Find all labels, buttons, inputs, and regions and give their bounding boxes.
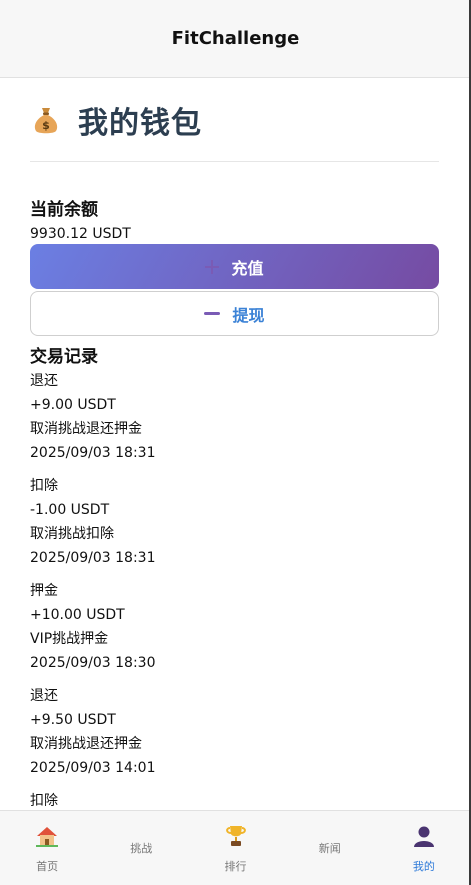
tab-ranking-label: 排行 bbox=[224, 859, 247, 873]
transaction-time: 2025/09/03 18:31 bbox=[30, 550, 156, 566]
transaction-type: 押金 bbox=[30, 583, 58, 599]
transaction-amount: +9.50 USDT bbox=[30, 712, 116, 728]
transaction-item: 押金 +10.00 USDT VIP挑战押金 2025/09/03 18:30 bbox=[30, 579, 439, 675]
deposit-button[interactable]: 充值 bbox=[30, 244, 439, 289]
transaction-time: 2025/09/03 14:01 bbox=[30, 760, 156, 776]
transaction-note: VIP挑战押金 bbox=[30, 631, 109, 647]
app-title: FitChallenge bbox=[171, 28, 300, 49]
transaction-type: 退还 bbox=[30, 373, 58, 389]
wallet-page: $ 我的钱包 当前余额 9930.12 USDT 充值 提现 交易记录 退还 +… bbox=[30, 78, 439, 822]
minus-icon bbox=[204, 312, 221, 315]
tab-home[interactable]: 首页 bbox=[0, 811, 94, 885]
tab-ranking[interactable]: 排行 bbox=[188, 811, 282, 885]
tab-profile-label: 我的 bbox=[412, 859, 435, 873]
money-bag-icon: $ bbox=[34, 107, 58, 133]
tab-profile[interactable]: 我的 bbox=[377, 811, 471, 885]
deposit-button-label: 充值 bbox=[231, 258, 264, 278]
house-icon bbox=[36, 826, 59, 847]
transaction-note: 取消挑战退还押金 bbox=[30, 736, 142, 752]
tab-news-label: 新闻 bbox=[318, 842, 341, 855]
withdraw-button[interactable]: 提现 bbox=[30, 291, 439, 336]
trophy-icon bbox=[225, 825, 246, 846]
transaction-amount: +10.00 USDT bbox=[30, 607, 125, 623]
transaction-time: 2025/09/03 18:30 bbox=[30, 655, 156, 671]
transaction-item: 退还 +9.50 USDT 取消挑战退还押金 2025/09/03 14:01 bbox=[30, 684, 439, 780]
transaction-note: 取消挑战扣除 bbox=[30, 526, 114, 542]
transactions-title: 交易记录 bbox=[30, 347, 98, 367]
withdraw-button-label: 提现 bbox=[232, 305, 265, 325]
tab-news[interactable]: 新闻 bbox=[283, 811, 377, 885]
app-header: FitChallenge bbox=[0, 0, 471, 78]
tab-home-label: 首页 bbox=[36, 859, 59, 873]
bottom-tab-bar: 首页 挑战 排行 新闻 我的 bbox=[0, 810, 471, 885]
balance-value: 9930.12 USDT bbox=[30, 226, 131, 242]
tab-challenge[interactable]: 挑战 bbox=[94, 811, 188, 885]
transaction-type: 退还 bbox=[30, 688, 58, 704]
user-icon bbox=[413, 826, 434, 847]
transaction-time: 2025/09/03 18:31 bbox=[30, 445, 156, 461]
tab-challenge-label: 挑战 bbox=[130, 842, 153, 855]
plus-icon bbox=[205, 259, 220, 274]
transaction-item: 扣除 -1.00 USDT 取消挑战扣除 2025/09/03 18:31 bbox=[30, 474, 439, 570]
page-title-row: $ 我的钱包 bbox=[30, 78, 439, 162]
transaction-item: 退还 +9.00 USDT 取消挑战退还押金 2025/09/03 18:31 bbox=[30, 369, 439, 465]
transaction-amount: +9.00 USDT bbox=[30, 397, 116, 413]
transaction-type: 扣除 bbox=[30, 478, 58, 494]
balance-label: 当前余额 bbox=[30, 200, 98, 220]
svg-text:$: $ bbox=[42, 119, 50, 132]
page-title: 我的钱包 bbox=[78, 105, 202, 141]
transaction-note: 取消挑战退还押金 bbox=[30, 421, 142, 437]
transaction-list: 退还 +9.00 USDT 取消挑战退还押金 2025/09/03 18:31 … bbox=[30, 369, 439, 813]
transaction-amount: -1.00 USDT bbox=[30, 502, 110, 518]
